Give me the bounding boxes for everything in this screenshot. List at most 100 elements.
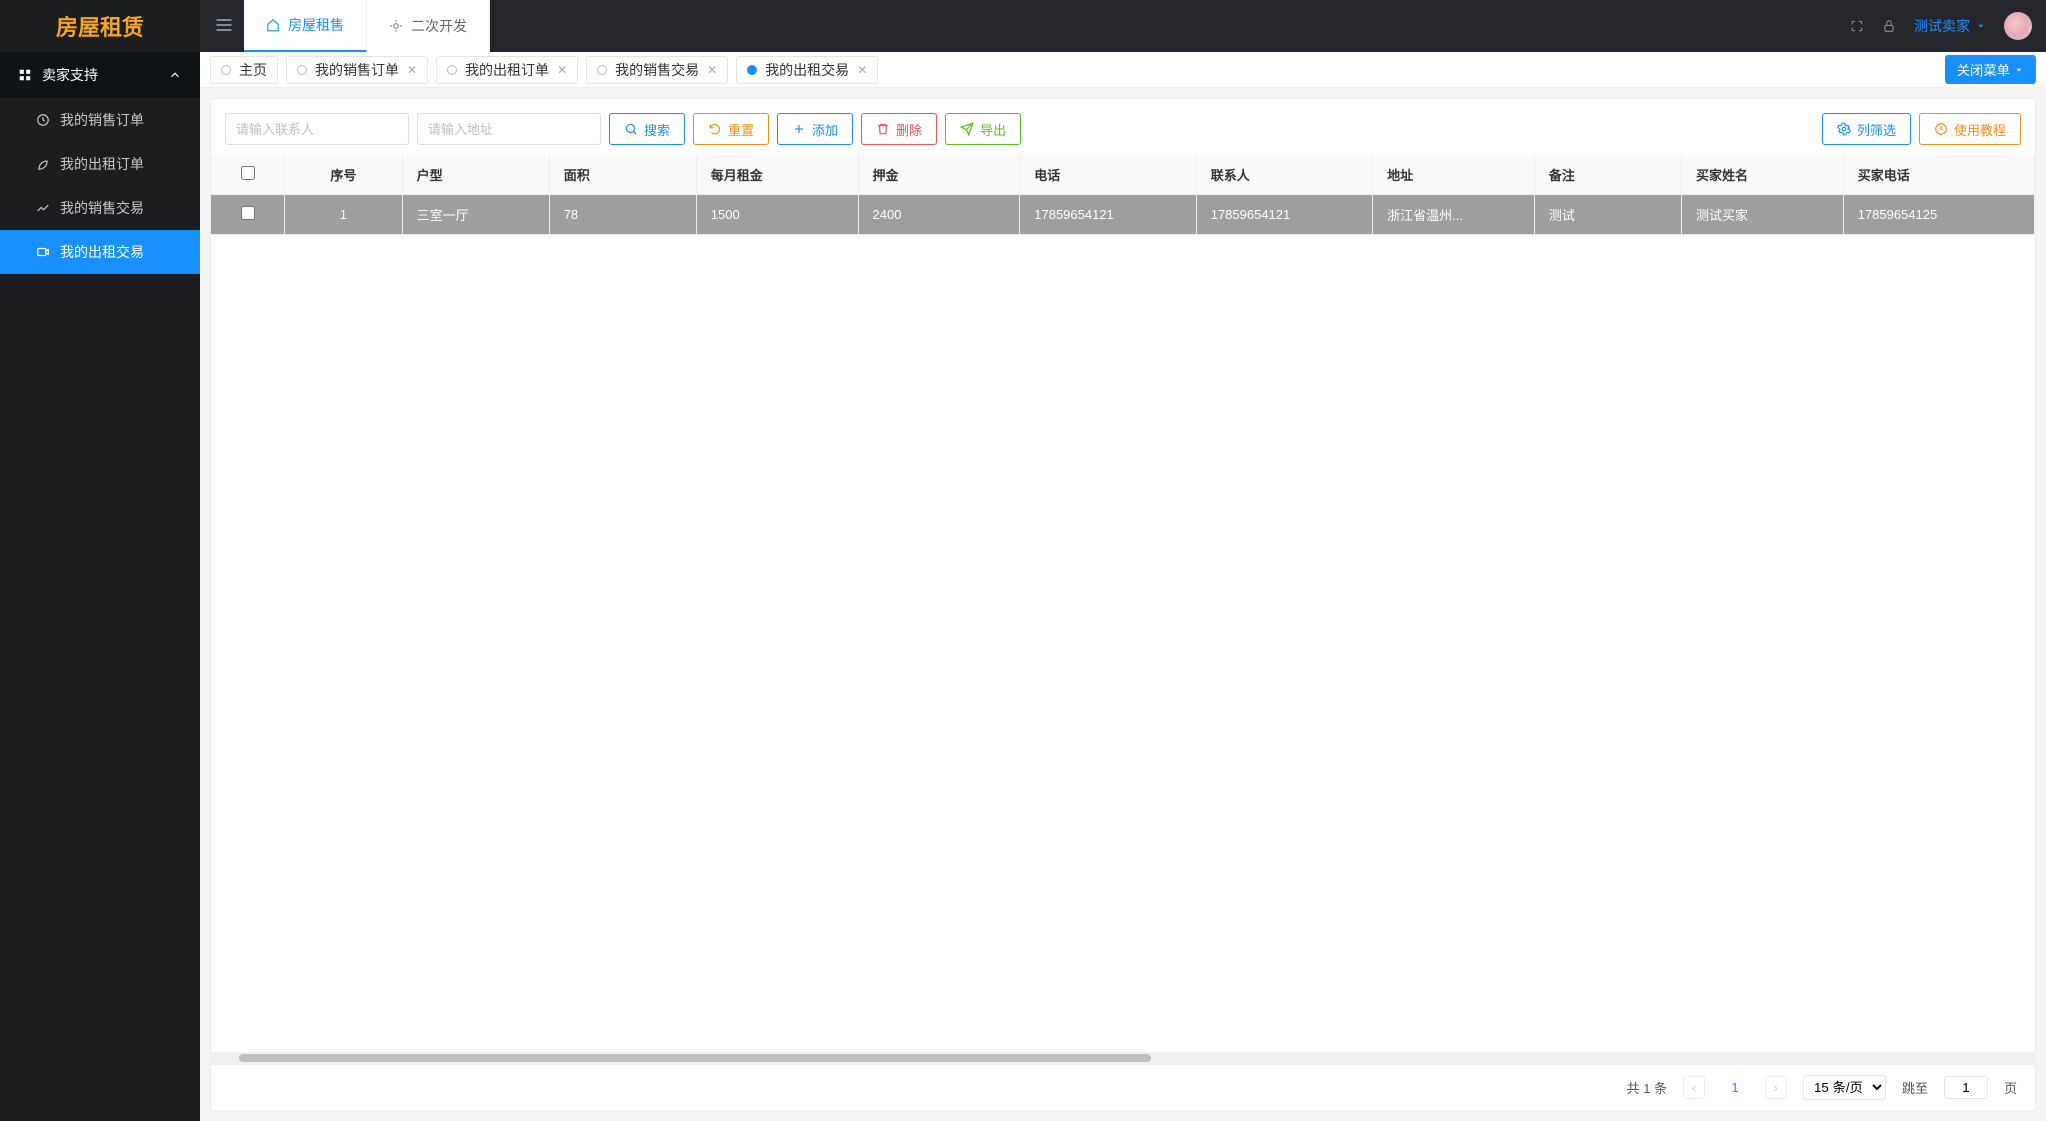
col-header-area[interactable]: 面积 bbox=[549, 155, 696, 195]
col-header-contact[interactable]: 联系人 bbox=[1196, 155, 1372, 195]
col-header-buyer-phone[interactable]: 买家电话 bbox=[1843, 155, 2034, 195]
caret-down-icon bbox=[1976, 21, 1986, 31]
avatar[interactable] bbox=[2004, 12, 2032, 40]
sidebar-group-toggle[interactable]: 卖家支持 bbox=[0, 52, 200, 98]
cell-area: 78 bbox=[549, 195, 696, 235]
col-header-monthly-rent[interactable]: 每月租金 bbox=[696, 155, 858, 195]
next-page-button[interactable]: › bbox=[1765, 1076, 1787, 1099]
sidebar-item-label: 我的销售订单 bbox=[60, 110, 144, 130]
tab-dot-icon bbox=[597, 65, 607, 75]
add-button[interactable]: 添加 bbox=[777, 113, 853, 145]
add-label: 添加 bbox=[812, 120, 838, 139]
select-all-checkbox[interactable] bbox=[241, 166, 255, 180]
pagetab-rent-orders[interactable]: 我的出租订单 ✕ bbox=[436, 56, 578, 84]
search-label: 搜索 bbox=[644, 120, 670, 139]
dashboard-icon bbox=[18, 68, 32, 82]
clock-icon bbox=[1934, 122, 1948, 136]
tutorial-button[interactable]: 使用教程 bbox=[1919, 113, 2021, 145]
sidebar-item-rent-orders[interactable]: 我的出租订单 bbox=[0, 142, 200, 186]
col-header-deposit[interactable]: 押金 bbox=[858, 155, 1020, 195]
horizontal-scrollbar[interactable] bbox=[211, 1052, 2035, 1064]
pagetab-sales-orders[interactable]: 我的销售订单 ✕ bbox=[286, 56, 428, 84]
sidebar-item-label: 我的出租订单 bbox=[60, 154, 144, 174]
close-icon[interactable]: ✕ bbox=[707, 63, 717, 77]
reset-button[interactable]: 重置 bbox=[693, 113, 769, 145]
delete-label: 删除 bbox=[896, 120, 922, 139]
leaf-icon bbox=[36, 157, 50, 171]
sidebar-item-label: 我的出租交易 bbox=[60, 242, 144, 262]
pagetab-label: 我的销售交易 bbox=[615, 60, 699, 80]
col-header-address[interactable]: 地址 bbox=[1373, 155, 1535, 195]
topnav-tab-dev[interactable]: 二次开发 bbox=[367, 0, 490, 52]
jump-suffix: 页 bbox=[2004, 1078, 2017, 1097]
contact-input[interactable] bbox=[225, 113, 409, 145]
delete-button[interactable]: 删除 bbox=[861, 113, 937, 145]
column-filter-label: 列筛选 bbox=[1857, 120, 1896, 139]
prev-page-button[interactable]: ‹ bbox=[1683, 1076, 1705, 1099]
reset-label: 重置 bbox=[728, 120, 754, 139]
pagetab-home[interactable]: 主页 bbox=[210, 56, 278, 84]
current-page[interactable]: 1 bbox=[1721, 1077, 1748, 1098]
sidebar-item-sales-orders[interactable]: 我的销售订单 bbox=[0, 98, 200, 142]
refresh-icon bbox=[708, 122, 722, 136]
close-icon[interactable]: ✕ bbox=[407, 63, 417, 77]
close-menu-label: 关闭菜单 bbox=[1957, 60, 2010, 79]
pagetab-label: 我的出租交易 bbox=[765, 60, 849, 80]
cell-deposit: 2400 bbox=[858, 195, 1020, 235]
jump-page-input[interactable] bbox=[1944, 1076, 1988, 1099]
col-header-phone[interactable]: 电话 bbox=[1020, 155, 1196, 195]
table-row[interactable]: 1 三室一厅 78 1500 2400 17859654121 17859654… bbox=[211, 195, 2035, 235]
plus-icon bbox=[792, 122, 806, 136]
page-size-select[interactable]: 15 条/页 bbox=[1803, 1075, 1886, 1100]
row-checkbox[interactable] bbox=[241, 206, 255, 220]
lock-icon[interactable] bbox=[1882, 19, 1896, 33]
data-table: 序号 户型 面积 每月租金 押金 电话 联系人 地址 备注 买家姓名 买家电话 bbox=[211, 155, 2035, 235]
total-count: 共 1 条 bbox=[1627, 1078, 1667, 1097]
pagetab-label: 主页 bbox=[239, 60, 267, 80]
close-menu-button[interactable]: 关闭菜单 bbox=[1945, 55, 2036, 84]
chevron-up-icon bbox=[168, 68, 182, 82]
search-button[interactable]: 搜索 bbox=[609, 113, 685, 145]
jump-label: 跳至 bbox=[1902, 1078, 1928, 1097]
cell-housetype: 三室一厅 bbox=[402, 195, 549, 235]
user-menu[interactable]: 测试卖家 bbox=[1914, 16, 1986, 36]
col-header-buyer-name[interactable]: 买家姓名 bbox=[1681, 155, 1843, 195]
export-button[interactable]: 导出 bbox=[945, 113, 1021, 145]
send-icon bbox=[960, 122, 974, 136]
pagetab-rent-trades[interactable]: 我的出租交易 ✕ bbox=[736, 56, 878, 84]
sidebar-item-rent-trades[interactable]: 我的出租交易 bbox=[0, 230, 200, 274]
export-label: 导出 bbox=[980, 120, 1006, 139]
search-icon bbox=[624, 122, 638, 136]
address-input[interactable] bbox=[417, 113, 601, 145]
gear-icon bbox=[1837, 122, 1851, 136]
sun-icon bbox=[389, 19, 403, 33]
topnav-tab-label: 二次开发 bbox=[411, 16, 467, 36]
tutorial-label: 使用教程 bbox=[1954, 120, 2006, 139]
close-icon[interactable]: ✕ bbox=[857, 63, 867, 77]
trash-icon bbox=[876, 122, 890, 136]
tab-dot-icon bbox=[747, 65, 757, 75]
cell-monthly-rent: 1500 bbox=[696, 195, 858, 235]
user-name: 测试卖家 bbox=[1914, 16, 1970, 36]
sidebar-toggle-button[interactable] bbox=[214, 15, 234, 38]
scrollbar-thumb[interactable] bbox=[239, 1054, 1151, 1062]
sidebar-group-label: 卖家支持 bbox=[42, 65, 98, 85]
col-header-remark[interactable]: 备注 bbox=[1534, 155, 1681, 195]
tab-dot-icon bbox=[297, 65, 307, 75]
close-icon[interactable]: ✕ bbox=[557, 63, 567, 77]
cell-buyer-phone: 17859654125 bbox=[1843, 195, 2034, 235]
col-header-housetype[interactable]: 户型 bbox=[402, 155, 549, 195]
fullscreen-icon[interactable] bbox=[1850, 19, 1864, 33]
app-logo: 房屋租赁 bbox=[0, 0, 200, 52]
sidebar-item-label: 我的销售交易 bbox=[60, 198, 144, 218]
sidebar-item-sales-trades[interactable]: 我的销售交易 bbox=[0, 186, 200, 230]
col-header-index[interactable]: 序号 bbox=[285, 155, 403, 195]
topnav-tab-house[interactable]: 房屋租售 bbox=[244, 0, 367, 52]
topnav-tab-label: 房屋租售 bbox=[288, 15, 344, 35]
column-filter-button[interactable]: 列筛选 bbox=[1822, 113, 1911, 145]
pagetab-sales-trades[interactable]: 我的销售交易 ✕ bbox=[586, 56, 728, 84]
cell-phone: 17859654121 bbox=[1020, 195, 1196, 235]
cell-contact: 17859654121 bbox=[1196, 195, 1372, 235]
tab-dot-icon bbox=[221, 65, 231, 75]
caret-down-icon bbox=[2014, 65, 2024, 75]
